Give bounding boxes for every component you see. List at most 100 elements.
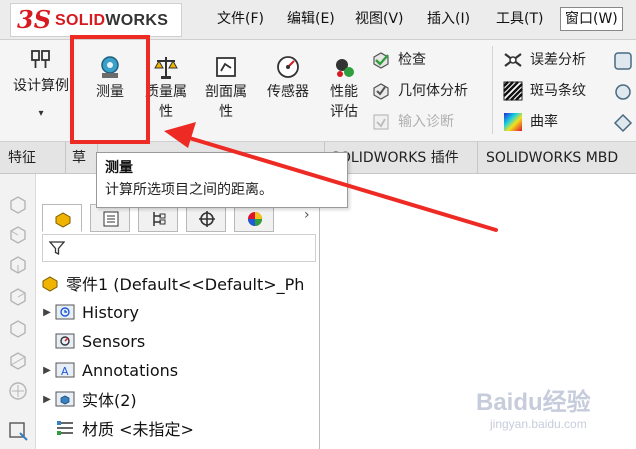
- expand-arrow-icon[interactable]: ▶: [40, 307, 54, 318]
- expand-arrow-icon[interactable]: ▶: [40, 394, 54, 405]
- view-bottom-icon[interactable]: [7, 350, 29, 372]
- check-button[interactable]: 检查: [370, 49, 426, 71]
- configuration-icon: [153, 212, 166, 226]
- solidworks-logo[interactable]: 3S SOLIDWORKS: [10, 3, 182, 37]
- geometry-analysis-label: 几何体分析: [398, 83, 468, 99]
- tab-property-manager[interactable]: [90, 204, 130, 232]
- zebra-stripes-icon: [503, 81, 523, 101]
- feature-manager-tabs: ›: [42, 204, 320, 232]
- zebra-stripes-label: 斑马条纹: [530, 83, 586, 99]
- design-study-dropdown-arrow[interactable]: ▾: [10, 104, 72, 124]
- view-front-icon[interactable]: [7, 194, 29, 216]
- ds-logo-mark: 3S: [17, 5, 52, 34]
- menu-insert[interactable]: 插入(I): [427, 8, 470, 30]
- sensor-label: 传感器: [267, 84, 309, 100]
- performance-evaluation-icon: [336, 59, 354, 77]
- check-label: 检查: [398, 52, 426, 68]
- tree-part-root[interactable]: 零件1 (Default<<Default>_Ph: [40, 270, 304, 296]
- tab-dimxpert[interactable]: [186, 204, 226, 232]
- import-diagnostics-icon: [373, 114, 389, 130]
- geometry-analysis-button[interactable]: 几何体分析: [370, 80, 468, 102]
- part-tree-icon: [55, 212, 71, 228]
- history-label: History: [82, 302, 139, 322]
- menu-tools[interactable]: 工具(T): [496, 8, 543, 30]
- performance-evaluation-button[interactable]: 性能 评估: [322, 54, 366, 122]
- annotations-label: Annotations: [82, 360, 179, 380]
- import-diagnostics-label: 输入诊断: [398, 114, 454, 130]
- solid-bodies-label: 实体(2): [82, 391, 137, 410]
- tree-item-material[interactable]: 材质 <未指定>: [40, 415, 194, 441]
- tab-display-manager[interactable]: [234, 204, 274, 232]
- curvature-label: 曲率: [530, 114, 558, 130]
- history-folder-icon: [55, 304, 75, 320]
- material-icon: [57, 421, 73, 435]
- tree-item-annotations[interactable]: ▶ A Annotations: [40, 357, 178, 383]
- geometry-analysis-icon: [373, 83, 389, 100]
- performance-evaluation-label-1: 性能: [330, 84, 358, 100]
- check-icon: [373, 52, 389, 69]
- tree-item-solid-bodies[interactable]: ▶ 实体(2): [40, 386, 137, 412]
- design-study-label: 设计算例: [13, 78, 69, 94]
- sensors-folder-icon: [55, 333, 75, 349]
- feature-manager-panel: › 零件1 (Default<<Default>_Ph ▶ History Se…: [36, 174, 320, 449]
- menu-file[interactable]: 文件(F): [217, 8, 264, 30]
- deviation-analysis-label: 误差分析: [530, 52, 586, 68]
- menu-edit[interactable]: 编辑(E): [287, 8, 335, 30]
- expand-arrow-icon[interactable]: ▶: [40, 365, 54, 376]
- view-left-icon[interactable]: [7, 254, 29, 276]
- baidu-watermark: Baidu经验 jingyan.baidu.com: [476, 390, 626, 438]
- design-study-button[interactable]: 设计算例 ▾: [10, 48, 72, 124]
- watermark-main: Baidu经验: [476, 389, 591, 416]
- filter-funnel-icon: [49, 241, 65, 256]
- view-top-icon[interactable]: [7, 318, 29, 340]
- extra-analysis-icon-3[interactable]: [612, 112, 634, 134]
- scale-icon: [154, 57, 178, 79]
- section-properties-label-1: 剖面属: [205, 84, 247, 100]
- curvature-icon: [504, 113, 522, 131]
- view-isometric-icon[interactable]: [7, 380, 29, 402]
- zebra-stripes-button[interactable]: 斑马条纹: [502, 80, 586, 102]
- watermark-sub: jingyan.baidu.com: [490, 417, 587, 431]
- tab-feature-tree[interactable]: [42, 204, 82, 232]
- highlight-box: [70, 35, 150, 144]
- more-tabs-chevron[interactable]: ›: [304, 207, 310, 223]
- svg-text:A: A: [61, 365, 69, 378]
- brand-name: SOLIDWORKS: [55, 12, 168, 30]
- deviation-analysis-button[interactable]: 误差分析: [502, 49, 586, 71]
- tree-item-history[interactable]: ▶ History: [40, 299, 139, 325]
- vertical-view-toolbar: [0, 174, 36, 449]
- extra-analysis-icon-2[interactable]: [612, 81, 634, 103]
- solid-bodies-folder-icon: [55, 391, 75, 407]
- extra-analysis-icon-1[interactable]: [612, 50, 634, 72]
- sensor-gauge-icon: [277, 56, 299, 78]
- view-back-icon[interactable]: [7, 224, 29, 246]
- sensor-button[interactable]: 传感器: [260, 54, 316, 102]
- part-name: 零件1 (Default<<Default>_Ph: [66, 275, 305, 294]
- tooltip-description: 计算所选项目之间的距离。: [105, 182, 273, 198]
- tab-configuration-manager[interactable]: [138, 204, 178, 232]
- property-list-icon: [103, 211, 119, 227]
- import-diagnostics-button[interactable]: 输入诊断: [370, 111, 454, 133]
- brand-solid: SOLID: [55, 12, 106, 29]
- view-right-icon[interactable]: [7, 286, 29, 308]
- ribbon-separator: [492, 46, 493, 134]
- curvature-button[interactable]: 曲率: [502, 111, 558, 133]
- tree-item-sensors[interactable]: Sensors: [40, 328, 145, 354]
- measure-tooltip: 测量 计算所选项目之间的距离。: [96, 152, 348, 208]
- tab-features[interactable]: 特征: [0, 142, 66, 174]
- view-normal-to-icon[interactable]: [7, 420, 29, 442]
- performance-evaluation-label-2: 评估: [330, 104, 358, 120]
- part-icon: [42, 276, 58, 292]
- feature-tree-filter[interactable]: [42, 234, 316, 262]
- sensors-label: Sensors: [82, 331, 146, 351]
- menu-window[interactable]: 窗口(W): [560, 7, 623, 31]
- annotations-folder-icon: A: [55, 362, 75, 378]
- tab-sketch[interactable]: 草: [66, 142, 98, 174]
- tooltip-title: 测量: [105, 160, 133, 176]
- section-properties-button[interactable]: 剖面属 性: [198, 54, 254, 122]
- title-bar: 3S SOLIDWORKS 文件(F) 编辑(E) 视图(V) 插入(I) 工具…: [0, 0, 636, 40]
- section-properties-label-2: 性: [219, 104, 233, 120]
- menu-view[interactable]: 视图(V): [355, 8, 404, 30]
- deviation-analysis-icon: [504, 53, 522, 67]
- tab-solidworks-mbd[interactable]: SOLIDWORKS MBD: [478, 142, 636, 174]
